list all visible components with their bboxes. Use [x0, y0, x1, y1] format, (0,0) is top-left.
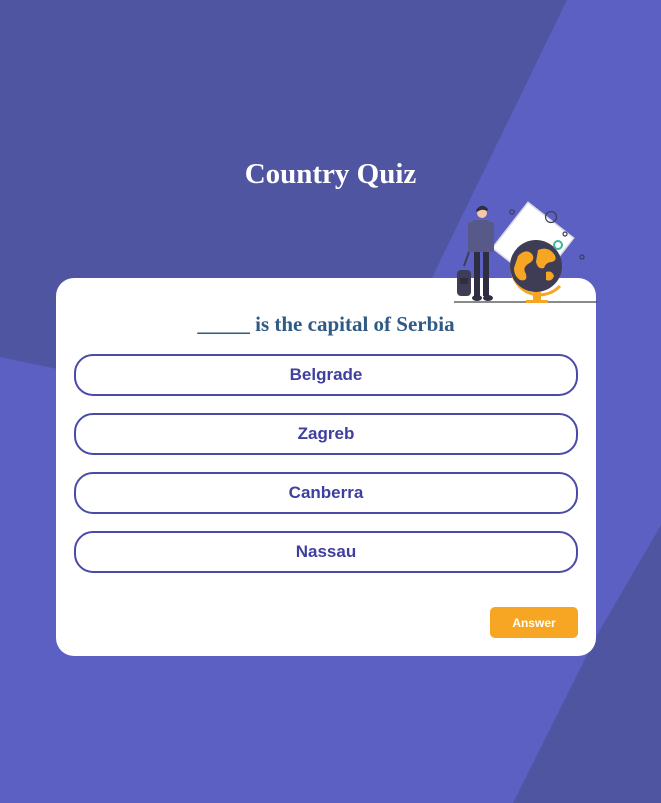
quiz-card: _____ is the capital of Serbia Belgrade …	[56, 278, 596, 656]
option-label: Zagreb	[297, 424, 355, 443]
option-label: Belgrade	[289, 365, 363, 384]
traveler-globe-illustration-icon	[454, 201, 597, 303]
question-text: _____ is the capital of Serbia	[197, 312, 455, 336]
option-button-2[interactable]: Zagreb	[74, 413, 578, 455]
option-button-3[interactable]: Canberra	[74, 472, 578, 514]
page-title: Country Quiz	[244, 158, 417, 190]
answer-button[interactable]: Answer	[490, 607, 578, 638]
option-label: Nassau	[295, 542, 357, 561]
option-label: Canberra	[288, 483, 364, 502]
option-button-1[interactable]: Belgrade	[74, 354, 578, 396]
option-button-4[interactable]: Nassau	[74, 531, 578, 573]
